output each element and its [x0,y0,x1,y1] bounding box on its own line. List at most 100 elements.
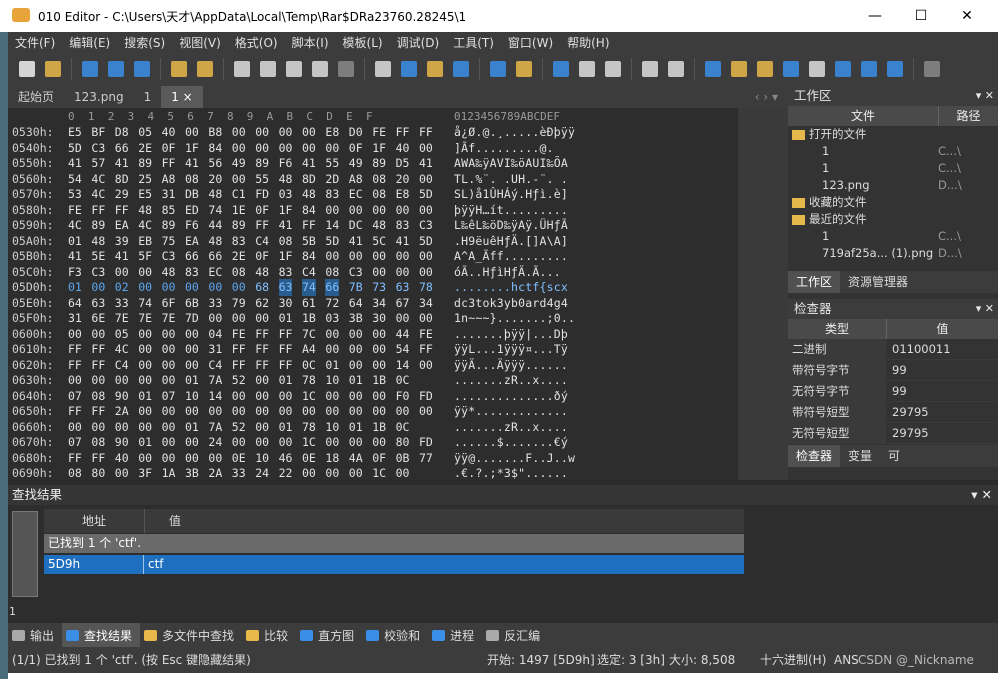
save-all-icon[interactable] [131,58,153,80]
hex-byte[interactable]: 00 [162,357,176,374]
hex-byte[interactable]: 08 [372,186,386,203]
hex-byte[interactable]: 41 [302,155,316,172]
tab-file-0[interactable]: 起始页 [8,86,64,108]
hex-byte[interactable]: 00 [255,388,269,405]
hex-byte[interactable]: 78 [302,372,316,389]
hex-byte[interactable]: 41 [396,233,410,250]
hex-byte[interactable]: 00 [372,202,386,219]
hex-byte[interactable]: FF [68,357,82,374]
hex-byte[interactable]: 00 [91,326,105,343]
hex-row-ascii[interactable]: ÿÿL...1ÿÿÿ¤...Tÿ [454,341,568,358]
hex-byte[interactable]: 00 [91,372,105,389]
hex-byte[interactable]: EA [115,217,129,234]
tab-variables[interactable]: 变量 [840,445,880,467]
hex-row[interactable]: 0570h: 53 4C 29 E5 31 DB 48 C1 FD 03 48 83 EC 08 E8 5D SL… [8,186,738,203]
hex-row-ascii[interactable]: AWA‰ÿAVI‰öAUI‰ÕA [454,155,568,172]
hex-byte[interactable]: 08 [325,264,339,281]
hex-byte[interactable]: 1F [279,248,293,265]
hex-byte[interactable]: 5D [419,233,433,250]
hex-byte[interactable]: C3 [349,264,363,281]
hex-byte[interactable]: 07 [162,388,176,405]
hex-byte[interactable]: 72 [325,295,339,312]
hex-row-ascii[interactable]: óÃ..HƒìHƒÄ.Ã... [454,264,561,281]
hex-byte[interactable]: 1C [302,434,316,451]
hex-byte[interactable]: 00 [325,341,339,358]
hex-byte[interactable]: 00 [255,124,269,141]
hex-byte[interactable]: EC [349,186,363,203]
hex-byte[interactable]: 01 [325,357,339,374]
hex-byte[interactable]: 0C [396,419,410,436]
hex-byte[interactable]: 41 [115,248,129,265]
hex-byte[interactable]: 48 [91,233,105,250]
hex-row[interactable]: 0530h: E5 BF D8 05 40 00 B8 00 00 00 00 E8 D0 FE FF FF å¿… [8,124,738,141]
hex-byte[interactable]: 2E [138,140,152,157]
hex-byte[interactable]: 00 [325,465,339,480]
hex-byte[interactable]: 01 [279,419,293,436]
hex-byte[interactable]: 00 [419,403,433,420]
bookmark-icon[interactable] [728,58,750,80]
hex-byte[interactable]: 41 [349,233,363,250]
hex-row[interactable]: 05B0h: 41 5E 41 5F C3 66 66 2E 0F 1F 84 00 00 00 00 00 A^… [8,248,738,265]
hex-byte[interactable]: 41 [68,248,82,265]
hex-byte[interactable]: C4 [302,264,316,281]
hex-byte[interactable]: FF [419,341,433,358]
hex-byte[interactable]: 01 [68,233,82,250]
hex-byte[interactable]: 00 [115,419,129,436]
hex-byte[interactable]: 00 [162,450,176,467]
menu-item-4[interactable]: 格式(O) [228,34,285,51]
pilcrow-icon[interactable] [602,58,624,80]
hex-byte[interactable]: 48 [372,217,386,234]
hex-byte[interactable]: 66 [208,248,222,265]
hex-byte[interactable]: 00 [419,248,433,265]
hex-byte[interactable]: 00 [232,403,246,420]
hex-byte[interactable]: D5 [396,155,410,172]
hex-byte[interactable]: C3 [91,140,105,157]
hex-byte[interactable]: 00 [185,341,199,358]
hex-byte[interactable]: 00 [419,264,433,281]
hex-byte[interactable]: 64 [349,295,363,312]
hex-row-ascii[interactable]: ÿÿÄ...Äÿÿÿ...... [454,357,568,374]
hex-byte[interactable]: 00 [349,388,363,405]
hex-editor[interactable]: 0 1 2 3 4 5 6 7 8 9 A B C D E F 01234567… [8,108,788,480]
menu-item-9[interactable]: 窗口(W) [501,34,560,51]
hex-byte[interactable]: 57 [91,155,105,172]
hex-byte[interactable]: EB [138,233,152,250]
hex-byte[interactable]: 00 [349,326,363,343]
hex-byte[interactable]: 0C [396,372,410,389]
hex-byte[interactable]: 84 [302,202,316,219]
goto-icon[interactable] [450,58,472,80]
hex-byte[interactable]: 66 [115,140,129,157]
hex-row[interactable]: 05D0h: 01 00 02 00 00 00 00 00 68 63 74 66 7B 73 63 78..… [8,279,738,296]
hex-byte[interactable]: 00 [232,279,246,296]
hex-byte[interactable]: 00 [372,357,386,374]
hex-byte[interactable]: 6E [91,310,105,327]
hex-byte[interactable]: 6F [162,295,176,312]
hex-byte[interactable]: 52 [232,372,246,389]
hex-byte[interactable]: 53 [68,186,82,203]
inspector-row[interactable]: 带符号短型 29795 [788,402,998,423]
hex-byte[interactable]: 00 [349,465,363,480]
workspace-file[interactable]: 1 C...\ [788,143,998,160]
hex-byte[interactable]: 08 [232,264,246,281]
hex-scrollbar-minimap[interactable] [738,108,788,480]
bottom-tab-1[interactable]: 查找结果 [62,623,141,647]
hex-byte[interactable]: 0F [372,450,386,467]
histogram-icon[interactable] [780,58,802,80]
hex-byte[interactable]: 00 [255,434,269,451]
tab-file-3[interactable]: 1 × [161,86,203,108]
hex-byte[interactable]: 24 [255,465,269,480]
workspace-folder[interactable]: 打开的文件 [788,126,998,143]
hex-byte[interactable]: FF [232,357,246,374]
hex-byte[interactable]: 68 [255,279,269,296]
hex-row-ascii[interactable]: dc3tok3yb0ard4g4 [454,295,568,312]
menu-item-5[interactable]: 脚本(I) [285,34,336,51]
hex-byte[interactable]: 5D [325,233,339,250]
hex-byte[interactable]: C4 [255,233,269,250]
hex-row-ascii[interactable]: 1n~~~}.......;0.. [454,310,575,327]
hex-byte[interactable]: 90 [115,388,129,405]
hex-byte[interactable]: EC [208,264,222,281]
hex-byte[interactable]: 0C [302,357,316,374]
hex-byte[interactable]: E5 [68,124,82,141]
columns-icon[interactable] [576,58,598,80]
close-button[interactable]: ✕ [944,0,990,32]
